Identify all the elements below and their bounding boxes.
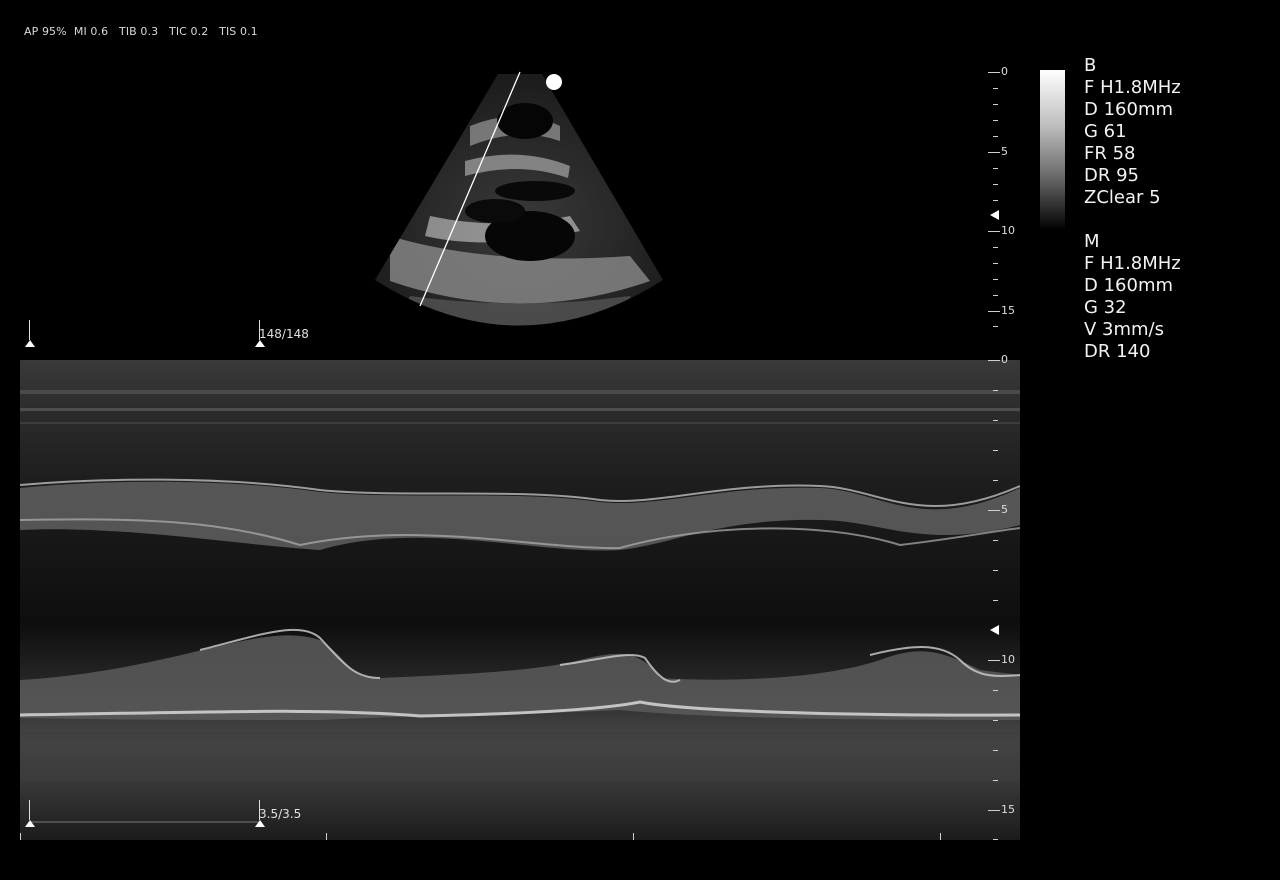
bmode-sector-image[interactable] <box>370 66 670 331</box>
bmode-gain: G 61 <box>1084 121 1127 142</box>
bmode-depth-label: 0 <box>1001 65 1008 78</box>
mmode-label: M <box>1084 231 1100 252</box>
mmode-depth-label: 10 <box>1001 653 1015 666</box>
mmode-focus-marker-icon[interactable] <box>990 625 999 635</box>
bmode-sector-svg <box>375 71 663 326</box>
bmode-parameters: B F H1.8MHz D 160mm G 61 FR 58 DR 95 ZCl… <box>1084 55 1181 209</box>
bmode-depth-scale: 0 5 10 15 <box>988 65 1018 332</box>
frame-counter: 148/148 <box>259 327 309 341</box>
bmode-frame-rate: FR 58 <box>1084 143 1136 164</box>
mmode-depth-label: 0 <box>1001 353 1008 366</box>
cine-start-marker-icon[interactable] <box>25 320 35 348</box>
bmode-label: B <box>1084 55 1097 76</box>
time-start-marker-icon[interactable] <box>25 800 35 828</box>
mmode-gain: G 32 <box>1084 297 1127 318</box>
grayscale-bar <box>1040 70 1065 230</box>
bmode-depth: D 160mm <box>1084 99 1174 120</box>
mmode-parameters: M F H1.8MHz D 160mm G 32 V 3mm/s DR 140 <box>1084 231 1181 363</box>
mmode-trace-image[interactable] <box>20 360 1020 840</box>
time-counter: 3.5/3.5 <box>259 807 302 821</box>
mmode-depth-label: 15 <box>1001 803 1015 816</box>
bmode-depth-label: 10 <box>1001 224 1015 237</box>
mmode-dynamic-range: DR 140 <box>1084 341 1151 362</box>
orientation-dot-icon <box>546 74 562 90</box>
mmode-trace-svg <box>20 360 1020 840</box>
time-axis <box>20 833 1020 841</box>
mmode-depth-label: 5 <box>1001 503 1008 516</box>
mmode-depth: D 160mm <box>1084 275 1174 296</box>
bmode-focus-marker-icon[interactable] <box>990 210 999 220</box>
bmode-frequency: F H1.8MHz <box>1084 77 1181 98</box>
bmode-depth-label: 15 <box>1001 304 1015 317</box>
mmode-frequency: F H1.8MHz <box>1084 253 1181 274</box>
bmode-zclear: ZClear 5 <box>1084 187 1161 208</box>
acoustic-output-info: AP 95% MI 0.6 TIB 0.3 TIC 0.2 TIS 0.1 <box>24 25 258 38</box>
mmode-depth-scale: 0 5 10 15 <box>988 353 1018 840</box>
bmode-depth-label: 5 <box>1001 145 1008 158</box>
mmode-sweep: V 3mm/s <box>1084 319 1164 340</box>
bmode-dynamic-range: DR 95 <box>1084 165 1139 186</box>
